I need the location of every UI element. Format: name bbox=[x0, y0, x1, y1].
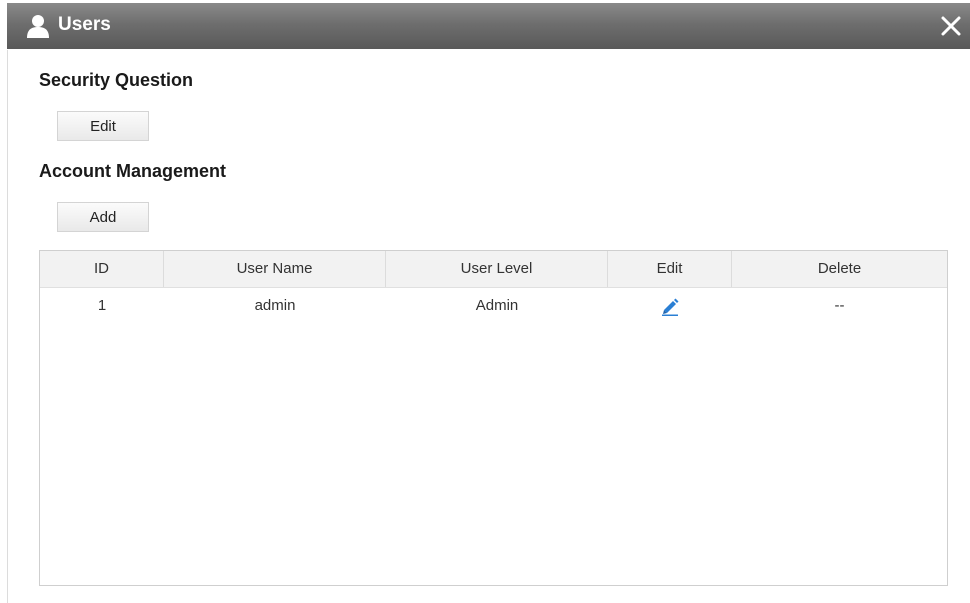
cell-delete: -- bbox=[834, 297, 845, 314]
table-header: ID User Name User Level Edit Delete bbox=[40, 251, 947, 288]
column-header-user-level: User Level bbox=[386, 251, 608, 287]
pencil-icon[interactable] bbox=[660, 296, 680, 317]
cell-user-level: Admin bbox=[475, 297, 519, 314]
security-question-edit-button[interactable]: Edit bbox=[57, 111, 149, 141]
dialog-title: Users bbox=[58, 14, 111, 35]
user-icon bbox=[27, 15, 49, 38]
dialog-titlebar: Users bbox=[7, 3, 970, 49]
dialog-left-border bbox=[7, 50, 8, 603]
cell-id: 1 bbox=[97, 297, 107, 314]
column-header-user-name: User Name bbox=[164, 251, 386, 287]
users-table: ID User Name User Level Edit Delete 1 ad… bbox=[39, 250, 948, 586]
column-header-id: ID bbox=[40, 251, 164, 287]
cell-user-name: admin bbox=[254, 297, 296, 314]
column-header-delete: Delete bbox=[817, 260, 862, 277]
users-dialog: Users Security Question Edit Account Man… bbox=[0, 0, 970, 603]
table-row: 1 admin Admin -- bbox=[40, 288, 947, 324]
cell-edit bbox=[608, 288, 732, 324]
security-question-heading: Security Question bbox=[39, 70, 194, 90]
column-header-edit: Edit bbox=[608, 251, 732, 287]
add-user-button[interactable]: Add bbox=[57, 202, 149, 232]
account-management-heading: Account Management bbox=[39, 161, 227, 181]
close-icon[interactable] bbox=[938, 13, 964, 39]
